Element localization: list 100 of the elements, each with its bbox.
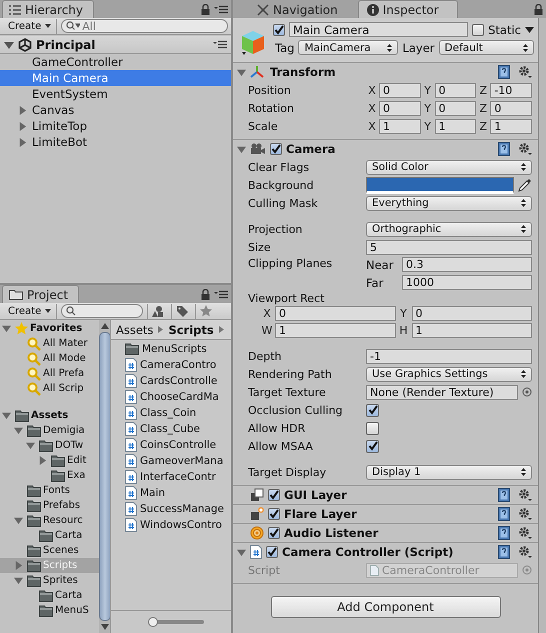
asset-item[interactable]: GameoverMana — [111, 453, 231, 469]
eyedropper-icon[interactable] — [518, 178, 532, 192]
settings-icon[interactable] — [518, 545, 532, 559]
component-header[interactable]: Flare Layer — [233, 505, 538, 523]
tag-dropdown[interactable]: MainCamera — [298, 40, 398, 55]
help-book-icon[interactable] — [498, 507, 510, 521]
folder-tree-item[interactable]: Demigia — [0, 423, 99, 438]
panel-tab[interactable]: Navigation — [249, 1, 356, 18]
asset-item[interactable]: SuccessManage — [111, 501, 231, 517]
folder-tree-item[interactable]: Exa — [0, 468, 99, 483]
number-field[interactable]: 0.3 — [402, 257, 532, 272]
menu-icon[interactable] — [214, 290, 228, 298]
number-field[interactable]: 1 — [434, 118, 476, 134]
settings-icon[interactable] — [518, 488, 532, 502]
checkbox[interactable] — [268, 489, 280, 501]
folder-tree-item[interactable]: All Mode — [0, 351, 99, 366]
number-field[interactable]: 5 — [366, 240, 532, 254]
asset-item[interactable]: WindowsContro — [111, 517, 231, 533]
breadcrumb-link[interactable]: Assets — [116, 322, 154, 336]
triangle-icon[interactable] — [18, 106, 27, 114]
triangle-icon[interactable] — [14, 516, 23, 525]
folder-tree-item[interactable]: All Prefa — [0, 366, 99, 381]
add-component-button[interactable]: Add Component — [270, 596, 500, 618]
number-field[interactable]: 0 — [434, 100, 476, 116]
triangle-icon[interactable] — [18, 122, 27, 130]
number-field[interactable]: 1 — [379, 118, 421, 134]
help-book-icon[interactable] — [498, 545, 510, 559]
scrollbar[interactable] — [538, 18, 546, 633]
help-book-icon[interactable] — [498, 488, 510, 502]
number-field[interactable]: -10 — [490, 82, 532, 98]
asset-item[interactable]: MenuScripts — [111, 341, 231, 357]
number-field[interactable]: 1000 — [402, 275, 532, 290]
triangle-icon[interactable] — [237, 144, 246, 154]
help-book-icon[interactable] — [498, 526, 510, 540]
layer-dropdown[interactable]: Default — [438, 40, 534, 55]
menu-icon[interactable] — [213, 40, 227, 49]
asset-item[interactable]: ChooseCardMa — [111, 389, 231, 405]
checkbox[interactable] — [366, 440, 379, 452]
dropdown[interactable]: Use Graphics Settings — [366, 366, 532, 382]
settings-icon[interactable] — [518, 526, 532, 540]
folder-tree-item[interactable]: Edit — [0, 453, 99, 468]
number-field[interactable]: 0 — [434, 82, 476, 98]
down-arrow-icon[interactable] — [100, 624, 108, 630]
checkbox[interactable] — [366, 404, 379, 416]
hierarchy-item[interactable]: LimiteTop — [0, 118, 231, 134]
number-field[interactable]: 1 — [275, 323, 396, 338]
checkbox[interactable] — [270, 143, 282, 155]
triangle-icon[interactable] — [14, 576, 23, 585]
folder-tree-item[interactable]: Carta — [0, 528, 99, 543]
lock-icon[interactable] — [534, 4, 543, 14]
slider-thumb[interactable] — [148, 617, 158, 627]
asset-item[interactable]: Class_Coin — [111, 405, 231, 421]
number-field[interactable]: 0 — [490, 100, 532, 116]
search-field[interactable] — [61, 304, 144, 318]
settings-icon[interactable] — [518, 507, 532, 521]
component-header[interactable]: Camera — [233, 140, 538, 158]
folder-tree-item[interactable]: Favorites — [0, 321, 99, 336]
dropdown-arrow-icon[interactable] — [525, 26, 534, 32]
checkbox[interactable] — [273, 24, 285, 36]
triangle-icon[interactable] — [38, 456, 47, 465]
triangle-icon[interactable] — [18, 138, 27, 146]
asset-item[interactable]: CoinsControlle — [111, 437, 231, 453]
folder-tree-item[interactable]: Resourc — [0, 513, 99, 528]
hierarchy-item[interactable]: Canvas — [0, 102, 231, 118]
component-header[interactable]: Transform — [233, 63, 538, 81]
dropdown[interactable]: Solid Color — [366, 160, 532, 174]
project-tab[interactable]: Project — [2, 285, 80, 303]
asset-item[interactable]: Main — [111, 485, 231, 501]
help-book-icon[interactable] — [498, 142, 510, 156]
component-header[interactable]: GUI Layer — [233, 486, 538, 504]
settings-icon[interactable] — [518, 65, 532, 79]
lock-icon[interactable] — [201, 288, 210, 300]
triangle-icon[interactable] — [2, 324, 11, 333]
name-field[interactable]: Main Camera — [289, 22, 468, 37]
dropdown[interactable]: Everything — [366, 196, 532, 210]
checkbox[interactable] — [268, 508, 280, 520]
folder-tree-item[interactable]: Prefabs — [0, 498, 99, 513]
dropdown[interactable]: Display 1 — [366, 464, 532, 480]
hierarchy-item[interactable]: GameController — [0, 54, 231, 70]
checkbox[interactable] — [266, 546, 278, 558]
target-icon[interactable] — [522, 387, 532, 397]
triangle-icon[interactable] — [26, 441, 35, 450]
folder-tree-item[interactable]: All Mater — [0, 336, 99, 351]
up-arrow-icon[interactable] — [100, 323, 108, 329]
hierarchy-item[interactable]: Main Camera — [0, 70, 231, 86]
folder-tree-item[interactable]: All Scrip — [0, 381, 99, 396]
help-book-icon[interactable] — [498, 65, 510, 79]
checkbox[interactable] — [366, 422, 379, 434]
panel-tab[interactable]: Inspector — [358, 0, 458, 18]
number-field[interactable]: 1 — [412, 323, 532, 338]
number-field[interactable]: 0 — [412, 306, 532, 321]
component-header[interactable]: Camera Controller (Script) — [233, 543, 538, 561]
folder-tree-item[interactable]: Scenes — [0, 543, 99, 558]
number-field[interactable]: -1 — [366, 348, 532, 364]
asset-item[interactable]: CameraContro — [111, 357, 231, 373]
create-button[interactable]: Create — [3, 18, 58, 34]
settings-icon[interactable] — [518, 142, 532, 156]
folder-tree-item[interactable]: Carta — [0, 588, 99, 603]
folder-tree-item[interactable]: Assets — [0, 408, 99, 423]
folder-tree-item[interactable]: MenuS — [0, 603, 99, 618]
